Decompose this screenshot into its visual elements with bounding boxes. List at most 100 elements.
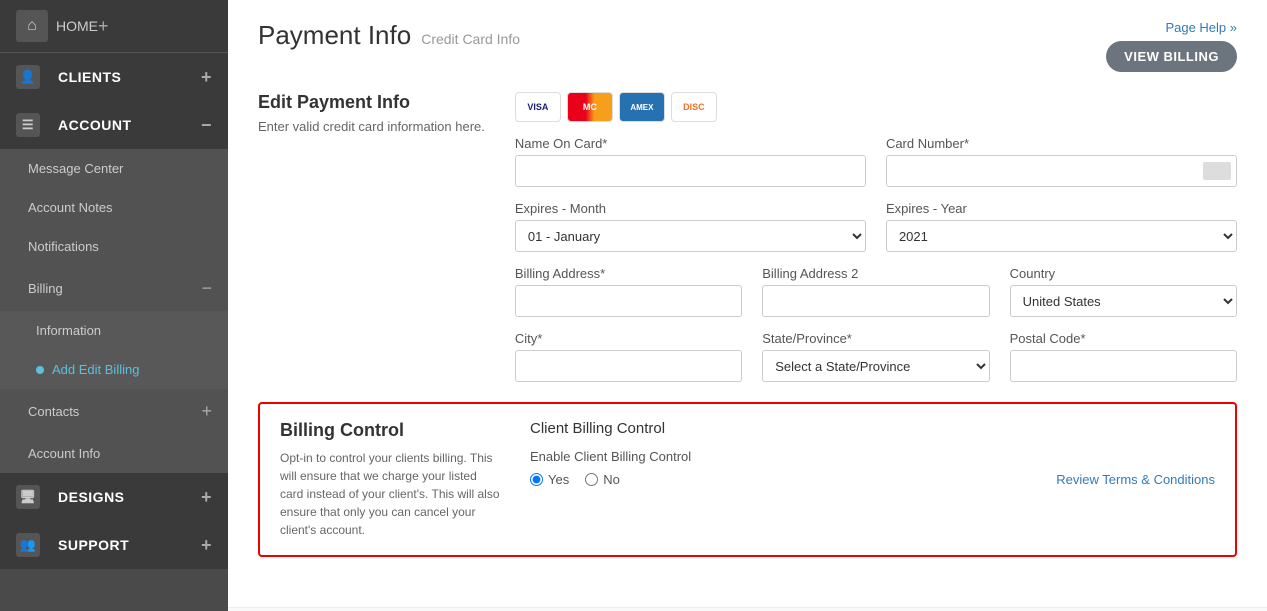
designs-plus-icon: +: [201, 487, 212, 508]
sidebar-item-information[interactable]: Information: [0, 311, 228, 350]
active-dot: [36, 366, 44, 374]
sidebar-item-contacts[interactable]: Contacts +: [0, 389, 228, 434]
radio-yes[interactable]: [530, 473, 543, 486]
home-plus-icon: +: [98, 16, 109, 37]
radio-no[interactable]: [585, 473, 598, 486]
name-on-card-label: Name On Card*: [515, 136, 866, 151]
yes-text: Yes: [548, 472, 569, 487]
account-notes-label: Account Notes: [28, 200, 113, 215]
header-right: Page Help » VIEW BILLING: [1106, 20, 1237, 72]
mastercard-logo: MC: [567, 92, 613, 122]
main-content: Payment Info Credit Card Info Page Help …: [228, 0, 1267, 611]
postal-label: Postal Code*: [1010, 331, 1237, 346]
designs-label: DESIGNS: [58, 489, 125, 505]
discover-logo: DISC: [671, 92, 717, 122]
page-help-link[interactable]: Page Help »: [1106, 20, 1237, 35]
account-info-label: Account Info: [28, 446, 100, 461]
radio-and-terms: Yes No Review Terms & Conditions: [530, 472, 1215, 487]
page-subtitle: Credit Card Info: [421, 31, 520, 47]
state-select[interactable]: Select a State/ProvinceAlabamaAlaskaAriz…: [762, 350, 989, 382]
expires-month-select[interactable]: 01 - January02 - February03 - March04 - …: [515, 220, 866, 252]
sidebar-item-account-notes[interactable]: Account Notes: [0, 188, 228, 227]
card-number-input[interactable]: [886, 155, 1237, 187]
designs-icon: 🖥: [16, 485, 40, 509]
state-group: State/Province* Select a State/ProvinceA…: [762, 331, 989, 382]
clients-icon: 👤: [16, 65, 40, 89]
sidebar-item-account-info[interactable]: Account Info: [0, 434, 228, 473]
sidebar-item-home[interactable]: ⌂ HOME +: [0, 0, 228, 53]
sidebar-item-designs[interactable]: 🖥 DESIGNS +: [0, 473, 228, 521]
billing-address-group: Billing Address*: [515, 266, 742, 317]
city-input[interactable]: [515, 350, 742, 382]
edit-payment-desc: Enter valid credit card information here…: [258, 119, 485, 134]
expires-year-group: Expires - Year 2021202220232024202520262…: [886, 201, 1237, 252]
sidebar-item-message-center[interactable]: Message Center: [0, 149, 228, 188]
message-center-label: Message Center: [28, 161, 123, 176]
information-label: Information: [36, 323, 101, 338]
form-left-desc: Edit Payment Info Enter valid credit car…: [258, 92, 485, 382]
sidebar-home-label: HOME: [56, 18, 98, 34]
country-select[interactable]: United StatesCanadaUnited KingdomAustral…: [1010, 285, 1237, 317]
billing-label: Billing: [28, 281, 63, 296]
postal-input[interactable]: [1010, 350, 1237, 382]
support-label: SUPPORT: [58, 537, 129, 553]
card-number-label: Card Number*: [886, 136, 1237, 151]
card-number-group: Card Number*: [886, 136, 1237, 187]
card-logos: VISA MC AMEX DISC: [515, 92, 1237, 122]
billing-control-left: Billing Control Opt-in to control your c…: [280, 420, 500, 539]
city-label: City*: [515, 331, 742, 346]
enable-label: Enable Client Billing Control: [530, 449, 1215, 464]
clients-label: CLIENTS: [58, 69, 121, 85]
sidebar: ⌂ HOME + 👤 CLIENTS + ☰ ACCOUNT − Message…: [0, 0, 228, 611]
sidebar-item-account[interactable]: ☰ ACCOUNT −: [0, 101, 228, 149]
country-group: Country United StatesCanadaUnited Kingdo…: [1010, 266, 1237, 317]
radio-yes-label[interactable]: Yes: [530, 472, 569, 487]
terms-link[interactable]: Review Terms & Conditions: [1056, 472, 1215, 487]
expires-month-group: Expires - Month 01 - January02 - Februar…: [515, 201, 866, 252]
form-footer: Save changes Cancel: [228, 607, 1267, 611]
sidebar-item-support[interactable]: 👥 SUPPORT +: [0, 521, 228, 569]
add-edit-billing-label: Add Edit Billing: [52, 362, 139, 377]
form-row-1: Name On Card* Card Number* Expires - Mon…: [515, 136, 1237, 252]
view-billing-button[interactable]: VIEW BILLING: [1106, 41, 1237, 72]
billing-address2-input[interactable]: [762, 285, 989, 317]
edit-payment-section: Edit Payment Info Enter valid credit car…: [258, 92, 1237, 382]
sidebar-item-notifications[interactable]: Notifications: [0, 227, 228, 266]
client-billing-title: Client Billing Control: [530, 420, 1215, 437]
card-number-wrap: [886, 155, 1237, 187]
sidebar-item-clients[interactable]: 👤 CLIENTS +: [0, 53, 228, 101]
card-type-indicator: [1203, 162, 1231, 180]
billing-minus-icon: −: [201, 278, 212, 299]
country-label: Country: [1010, 266, 1237, 281]
support-icon: 👥: [16, 533, 40, 557]
billing-address-label: Billing Address*: [515, 266, 742, 281]
postal-group: Postal Code*: [1010, 331, 1237, 382]
name-on-card-input[interactable]: [515, 155, 866, 187]
billing-address2-group: Billing Address 2: [762, 266, 989, 317]
page-title: Payment Info: [258, 20, 411, 51]
home-icon: ⌂: [16, 10, 48, 42]
account-label: ACCOUNT: [58, 117, 132, 133]
billing-address-input[interactable]: [515, 285, 742, 317]
form-right: VISA MC AMEX DISC Name On Card* Card Num…: [515, 92, 1237, 382]
billing-control-right: Client Billing Control Enable Client Bil…: [530, 420, 1215, 539]
contacts-label: Contacts: [28, 404, 79, 419]
page-title-area: Payment Info Credit Card Info: [258, 20, 520, 51]
sidebar-item-billing[interactable]: Billing −: [0, 266, 228, 311]
billing-control-title: Billing Control: [280, 420, 500, 441]
expires-month-label: Expires - Month: [515, 201, 866, 216]
billing-control-desc: Opt-in to control your clients billing. …: [280, 449, 500, 539]
notifications-label: Notifications: [28, 239, 99, 254]
page-header: Payment Info Credit Card Info Page Help …: [258, 20, 1237, 72]
expires-year-label: Expires - Year: [886, 201, 1237, 216]
sidebar-item-add-edit-billing[interactable]: Add Edit Billing: [0, 350, 228, 389]
visa-logo: VISA: [515, 92, 561, 122]
account-icon: ☰: [16, 113, 40, 137]
account-minus-icon: −: [201, 115, 212, 136]
name-on-card-group: Name On Card*: [515, 136, 866, 187]
billing-control-box: Billing Control Opt-in to control your c…: [258, 402, 1237, 557]
radio-no-label[interactable]: No: [585, 472, 620, 487]
billing-address2-label: Billing Address 2: [762, 266, 989, 281]
expires-year-select[interactable]: 2021202220232024202520262027202820292030: [886, 220, 1237, 252]
amex-logo: AMEX: [619, 92, 665, 122]
